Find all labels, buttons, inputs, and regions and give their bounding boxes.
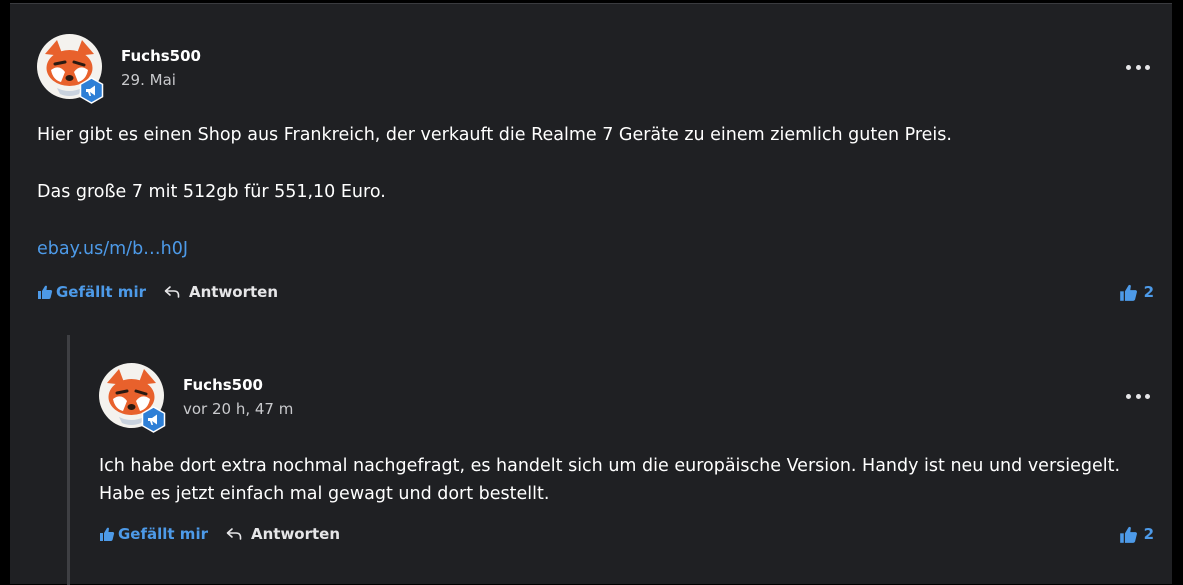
reply-button[interactable]: Antworten [164, 283, 278, 301]
like-button[interactable]: Gefällt mir [99, 525, 208, 543]
ebay-link[interactable]: ebay.us/m/b…h0J [37, 239, 188, 259]
reply-label: Antworten [250, 525, 341, 543]
like-button[interactable]: Gefällt mir [37, 283, 146, 301]
reply-arrow-icon [164, 286, 180, 298]
like-count-value: 2 [1143, 525, 1154, 543]
avatar[interactable] [99, 363, 166, 433]
thumbs-up-icon [100, 527, 115, 541]
author-name[interactable]: Fuchs500 [183, 376, 263, 394]
more-options-icon[interactable] [1126, 391, 1150, 401]
reply-arrow-icon [226, 528, 242, 540]
reply-label: Antworten [188, 283, 279, 301]
comment-date: 29. Mai [121, 71, 176, 89]
comments-panel: Fuchs500 29. Mai Hier gibt es einen Shop… [10, 3, 1172, 585]
comment-paragraph: Ich habe dort extra nochmal nachgefragt,… [99, 456, 1121, 476]
comment-paragraph: Das große 7 mit 512gb für 551,10 Euro. [37, 182, 386, 202]
like-label: Gefällt mir [56, 283, 146, 301]
reply-button[interactable]: Antworten [226, 525, 340, 543]
like-count[interactable]: 2 [1119, 280, 1154, 304]
comment-body: Ich habe dort extra nochmal nachgefragt,… [99, 452, 1139, 508]
megaphone-badge-icon [79, 77, 104, 104]
more-options-icon[interactable] [1126, 62, 1150, 72]
comment-actions: Gefällt mir Antworten [99, 522, 340, 546]
link-paragraph: ebay.us/m/b…h0J [37, 235, 1137, 263]
author-name[interactable]: Fuchs500 [121, 47, 201, 65]
like-count-value: 2 [1143, 283, 1154, 301]
avatar[interactable] [37, 34, 104, 104]
comment-body: Hier gibt es einen Shop aus Frankreich, … [37, 121, 1137, 263]
thumbs-up-icon [1119, 284, 1137, 301]
comment-actions: Gefällt mir Antworten [37, 280, 278, 304]
megaphone-badge-icon [141, 406, 166, 433]
thumbs-up-icon [1119, 526, 1137, 543]
thread-line [67, 335, 70, 585]
comment-paragraph: Habe es jetzt einfach mal gewagt und dor… [99, 484, 550, 504]
comment-paragraph: Hier gibt es einen Shop aus Frankreich, … [37, 125, 952, 145]
like-label: Gefällt mir [118, 525, 208, 543]
thumbs-up-icon [38, 285, 53, 299]
like-count[interactable]: 2 [1119, 522, 1154, 546]
comment-date: vor 20 h, 47 m [183, 400, 294, 418]
